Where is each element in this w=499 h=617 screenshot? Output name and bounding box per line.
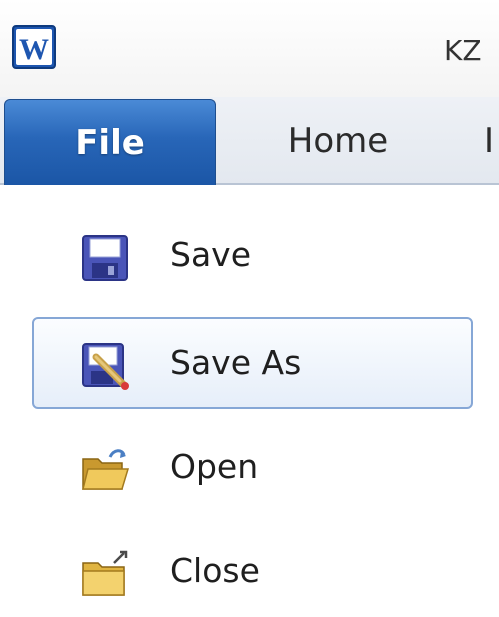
menu-item-label: Save [170,235,252,274]
word-icon[interactable]: W [12,25,56,69]
word-icon-letter: W [19,33,49,66]
menu-item-close[interactable]: Close [32,525,473,617]
tab-home[interactable]: Home [248,99,428,183]
floppy-disk-icon [82,235,128,281]
menu-item-save-as[interactable]: Save As [32,317,473,409]
title-bar: W KZ [0,0,499,97]
file-menu: Save Save As Open Close [0,185,499,599]
menu-item-save[interactable]: Save [32,209,473,301]
menu-item-label: Close [170,551,260,590]
tab-file[interactable]: File [4,99,216,185]
menu-item-open[interactable]: Open [32,421,473,513]
document-title: KZ [444,34,482,67]
open-folder-icon [82,449,130,490]
menu-item-label: Open [170,447,259,486]
save-as-icon [82,343,129,390]
tab-insert-partial[interactable]: I [484,99,499,183]
menu-item-label: Save As [170,343,302,382]
close-folder-icon [82,550,128,596]
